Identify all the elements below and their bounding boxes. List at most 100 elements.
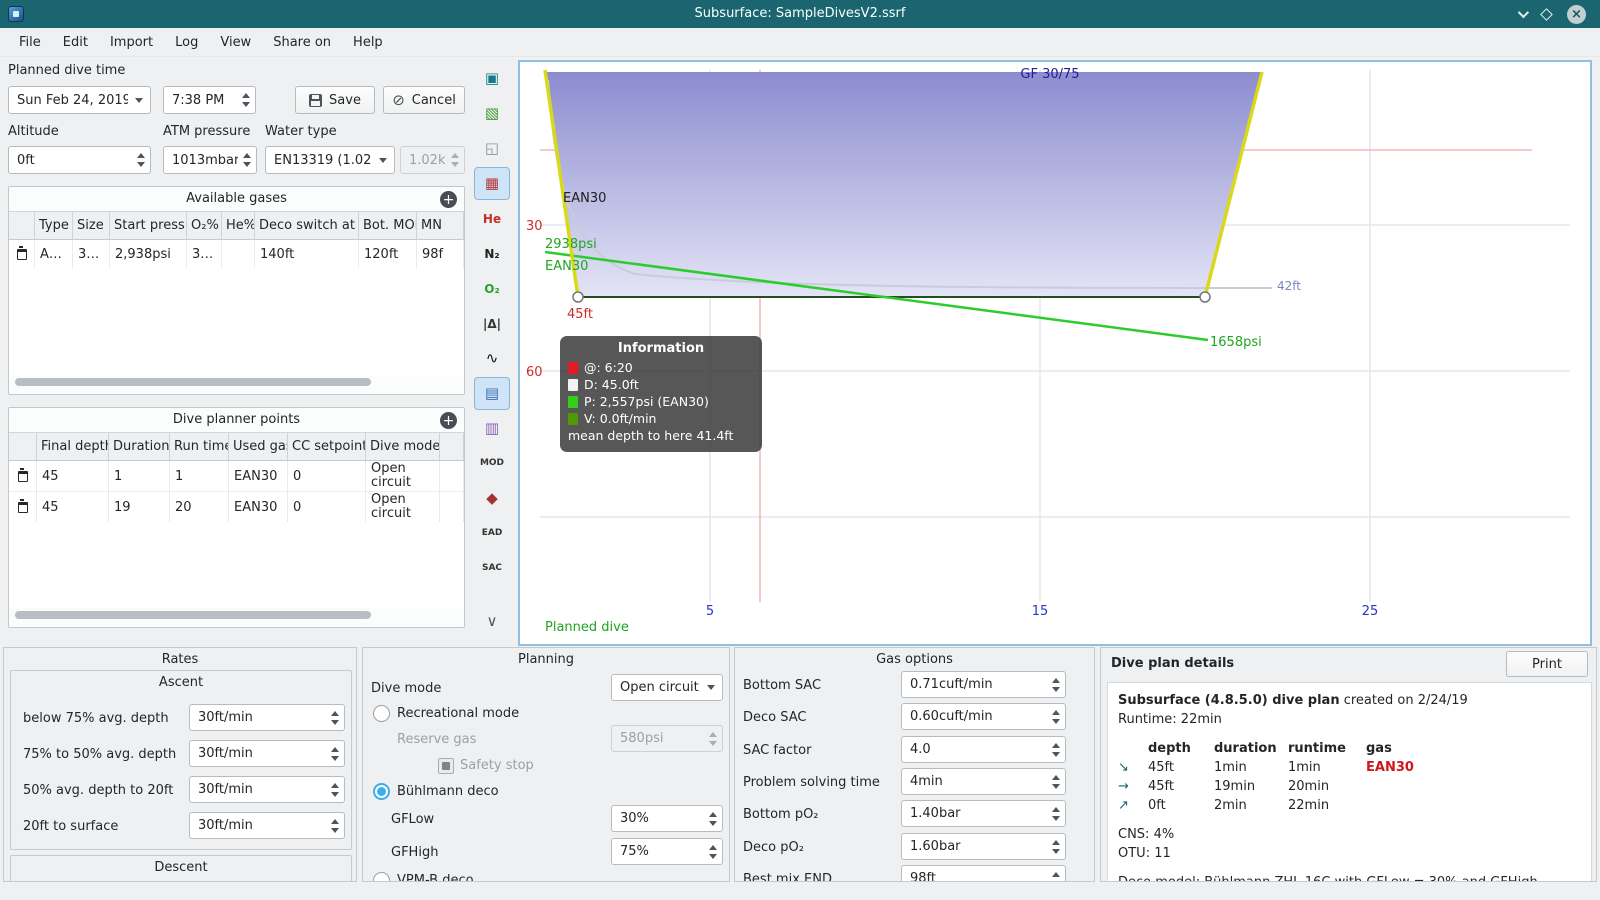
spinner-buttons[interactable] [238, 147, 256, 173]
spinner-buttons[interactable] [1047, 704, 1065, 729]
ead-icon[interactable]: EAD [474, 517, 510, 550]
maximize-window-icon[interactable] [1540, 7, 1553, 21]
dive-time-spinner[interactable]: 7:38 PM [163, 86, 256, 114]
close-window-icon[interactable]: × [1567, 4, 1586, 24]
heart-rate-icon[interactable]: ∿ [474, 342, 510, 375]
delete-gas-button[interactable] [9, 240, 35, 269]
menu-log[interactable]: Log [164, 30, 209, 55]
ceiling-icon[interactable]: ◱ [474, 132, 510, 165]
add-gas-button[interactable]: + [440, 191, 457, 208]
gas-start-press-cell[interactable]: 2,938psi [110, 240, 187, 269]
spinner-buttons[interactable] [326, 777, 344, 802]
spinner-buttons[interactable] [132, 147, 150, 173]
menu-help[interactable]: Help [342, 30, 394, 55]
picture-icon[interactable]: ▧ [474, 97, 510, 130]
spinner-buttons[interactable] [1047, 737, 1065, 762]
delete-point-button[interactable] [9, 492, 37, 523]
gas-he-cell[interactable] [222, 240, 255, 269]
gas-size-cell[interactable]: 3… [73, 240, 110, 269]
spinner-buttons[interactable] [237, 87, 255, 113]
o2-graph-icon[interactable]: O₂ [474, 272, 510, 305]
mod-icon[interactable]: MOD [474, 447, 510, 480]
spinner-buttons[interactable] [704, 806, 722, 831]
diver-icon[interactable]: ◆ [474, 482, 510, 515]
planner-point-handle[interactable] [1199, 291, 1211, 303]
point-setpoint-cell[interactable]: 0 [288, 492, 366, 523]
cancel-button[interactable]: ⊘ Cancel [383, 86, 465, 114]
point-gas-cell[interactable]: EAN30 [229, 461, 288, 492]
gas-type-cell[interactable]: A… [35, 240, 73, 269]
planner-point-handle[interactable] [572, 291, 584, 303]
spinner-buttons[interactable] [326, 705, 344, 730]
spinner-buttons[interactable] [326, 741, 344, 766]
problem-solving-time-spinner[interactable]: 4min [901, 768, 1066, 795]
photos-icon[interactable]: ▤ [474, 377, 510, 410]
menu-view[interactable]: View [209, 30, 262, 55]
spinner-buttons[interactable] [1047, 866, 1065, 881]
recreational-mode-radio[interactable] [373, 705, 390, 722]
point-mode-cell[interactable]: Open circuit [366, 461, 440, 492]
point-setpoint-cell[interactable]: 0 [288, 461, 366, 492]
point-gas-cell[interactable]: EAN30 [229, 492, 288, 523]
ascent-rate-spinner[interactable]: 30ft/min [189, 776, 345, 803]
safety-stop-checkbox[interactable] [438, 758, 454, 774]
calculated-ceiling-icon[interactable]: ▦ [474, 167, 510, 200]
point-depth-cell[interactable]: 45 [37, 461, 109, 492]
menu-file[interactable]: File [8, 30, 52, 55]
delete-point-button[interactable] [9, 461, 37, 492]
point-duration-cell[interactable]: 1 [109, 461, 170, 492]
dive-mode-select[interactable]: Open circuit [611, 674, 723, 701]
spinner-buttons[interactable] [1047, 672, 1065, 697]
gas-deco-switch-cell[interactable]: 140ft [255, 240, 359, 269]
pp-threshold-icon[interactable]: |Δ| [474, 307, 510, 340]
n2-graph-icon[interactable]: N₂ [474, 237, 510, 270]
point-duration-cell[interactable]: 19 [109, 492, 170, 523]
gas-bot-mod-cell[interactable]: 120ft [359, 240, 417, 269]
vpmb-deco-radio[interactable] [373, 872, 390, 881]
ascent-rate-spinner[interactable]: 30ft/min [189, 740, 345, 767]
add-point-button[interactable]: + [440, 412, 457, 429]
atm-pressure-spinner[interactable]: 1013mbar [163, 146, 257, 174]
bottom-po2-spinner[interactable]: 1.40bar [901, 800, 1066, 827]
point-runtime-cell[interactable]: 20 [170, 492, 229, 523]
gas-o2-cell[interactable]: 3… [187, 240, 222, 269]
point-mode-cell[interactable]: Open circuit [366, 492, 440, 523]
ascent-rate-spinner[interactable]: 30ft/min [189, 812, 345, 839]
spinner-buttons[interactable] [1047, 769, 1065, 794]
point-runtime-cell[interactable]: 1 [170, 461, 229, 492]
plan-col-gas: gas [1366, 741, 1392, 756]
menu-import[interactable]: Import [99, 30, 164, 55]
ascent-rate-spinner[interactable]: 30ft/min [189, 704, 345, 731]
spinner-buttons[interactable] [1047, 834, 1065, 859]
spinner-buttons[interactable] [326, 813, 344, 838]
spinner-buttons[interactable] [1047, 801, 1065, 826]
buhlmann-deco-radio[interactable] [373, 783, 390, 800]
gas-mn-cell[interactable]: 98f [417, 240, 464, 269]
scroll-down-icon[interactable]: ∨ [474, 605, 510, 638]
sac-factor-spinner[interactable]: 4.0 [901, 736, 1066, 763]
gfhigh-spinner[interactable]: 75% [611, 838, 723, 865]
water-type-select[interactable]: EN13319 (1.02k [265, 146, 395, 174]
gflow-spinner[interactable]: 30% [611, 805, 723, 832]
tissues-icon[interactable]: ▥ [474, 412, 510, 445]
bottom-sac-spinner[interactable]: 0.71cuft/min [901, 671, 1066, 698]
dive-date-select[interactable]: Sun Feb 24, 2019 [8, 86, 151, 114]
deco-po2-spinner[interactable]: 1.60bar [901, 833, 1066, 860]
altitude-spinner[interactable]: 0ft [8, 146, 151, 174]
shade-window-icon[interactable] [1517, 6, 1530, 19]
save-button[interactable]: Save [295, 86, 375, 114]
he-graph-icon[interactable]: He [474, 202, 510, 235]
spinner-buttons[interactable] [704, 839, 722, 864]
plan-duration: 1min [1214, 760, 1247, 775]
points-horizontal-scrollbar[interactable] [15, 611, 371, 619]
best-mix-end-spinner[interactable]: 98ft [901, 865, 1066, 881]
dive-computer-icon[interactable]: ▣ [474, 62, 510, 95]
deco-sac-spinner[interactable]: 0.60cuft/min [901, 703, 1066, 730]
menu-edit[interactable]: Edit [52, 30, 99, 55]
sac-icon[interactable]: SAC [474, 552, 510, 585]
menu-share-on[interactable]: Share on [262, 30, 342, 55]
point-depth-cell[interactable]: 45 [37, 492, 109, 523]
gases-horizontal-scrollbar[interactable] [15, 378, 371, 386]
print-button[interactable]: Print [1506, 651, 1588, 677]
dive-profile-chart[interactable]: GF 30/75 30 60 5 15 25 EAN30 2938psi EAN… [518, 60, 1592, 646]
